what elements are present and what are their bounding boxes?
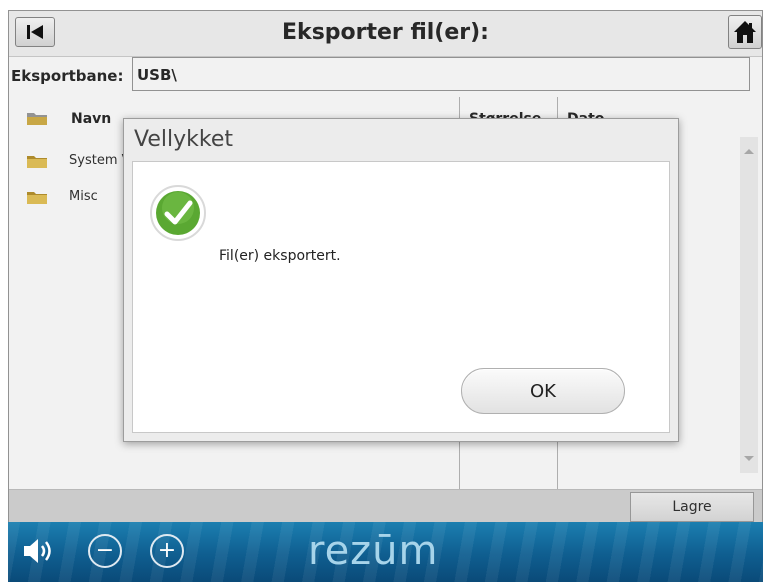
volume-up-button[interactable]: + bbox=[150, 534, 184, 568]
success-check-icon bbox=[150, 185, 206, 241]
volume-down-button[interactable]: − bbox=[88, 534, 122, 568]
speaker-icon[interactable] bbox=[22, 536, 56, 566]
ok-button[interactable]: OK bbox=[461, 368, 625, 414]
dialog-body: Fil(er) eksportert. OK bbox=[132, 161, 670, 433]
dialog-title: Vellykket bbox=[134, 127, 233, 152]
success-dialog: Vellykket Fil(er) eksportert. OK bbox=[123, 118, 679, 442]
brand-logo: rezūm bbox=[308, 528, 439, 574]
brand-footer: − + rezūm bbox=[8, 522, 763, 582]
dialog-message: Fil(er) eksportert. bbox=[219, 248, 341, 264]
plus-label: + bbox=[157, 538, 177, 563]
minus-label: − bbox=[95, 538, 115, 563]
